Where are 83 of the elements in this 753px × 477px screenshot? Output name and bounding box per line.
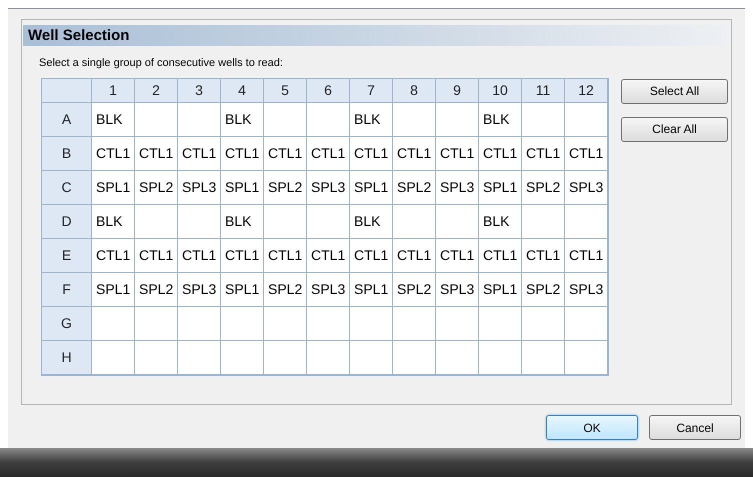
row-header: G	[42, 306, 92, 340]
well-cell[interactable]: CTL1	[522, 238, 565, 272]
well-cell[interactable]: CTL1	[135, 238, 178, 272]
well-cell[interactable]: SPL1	[479, 272, 522, 306]
well-cell[interactable]: CTL1	[393, 136, 436, 170]
well-cell[interactable]: SPL1	[479, 170, 522, 204]
well-grid[interactable]	[41, 78, 609, 376]
well-cell[interactable]: SPL1	[92, 272, 135, 306]
well-cell[interactable]: CTL1	[307, 136, 350, 170]
column-header: 6	[307, 78, 350, 102]
well-cell[interactable]: CTL1	[479, 136, 522, 170]
well-cell[interactable]: CTL1	[221, 136, 264, 170]
well-cell[interactable]: SPL3	[178, 272, 221, 306]
well-cell[interactable]: SPL1	[221, 272, 264, 306]
well-cell[interactable]: BLK	[350, 102, 393, 136]
well-cell[interactable]: CTL1	[92, 238, 135, 272]
well-cell[interactable]: SPL3	[307, 170, 350, 204]
well-cell[interactable]: CTL1	[350, 238, 393, 272]
column-header: 7	[350, 78, 393, 102]
column-header: 2	[135, 78, 178, 102]
well-cell[interactable]: CTL1	[221, 238, 264, 272]
well-cell[interactable]: BLK	[221, 102, 264, 136]
well-cell[interactable]: CTL1	[264, 136, 307, 170]
well-cell[interactable]: SPL3	[436, 272, 479, 306]
well-cell[interactable]: SPL1	[221, 170, 264, 204]
well-cell[interactable]: BLK	[92, 102, 135, 136]
well-cell[interactable]: SPL3	[436, 170, 479, 204]
column-header: 3	[178, 78, 221, 102]
row-header: H	[42, 340, 92, 374]
row-header: D	[42, 204, 92, 238]
well-cell[interactable]: CTL1	[522, 136, 565, 170]
well-cell[interactable]: SPL3	[307, 272, 350, 306]
well-cell[interactable]: SPL2	[522, 170, 565, 204]
well-cell[interactable]: CTL1	[135, 136, 178, 170]
well-cell[interactable]: BLK	[350, 204, 393, 238]
well-cell[interactable]: BLK	[479, 204, 522, 238]
clear-all-button[interactable]: Clear All	[621, 116, 728, 142]
well-cell[interactable]: SPL2	[264, 170, 307, 204]
column-header: 11	[522, 78, 565, 102]
well-cell[interactable]: CTL1	[565, 238, 608, 272]
row-header: F	[42, 272, 92, 306]
well-cell[interactable]: SPL1	[350, 170, 393, 204]
column-header: 4	[221, 78, 264, 102]
well-cell[interactable]: CTL1	[393, 238, 436, 272]
well-cell[interactable]: CTL1	[350, 136, 393, 170]
well-cell[interactable]: CTL1	[436, 238, 479, 272]
well-cell[interactable]: SPL2	[393, 272, 436, 306]
corner-header-cell	[42, 78, 92, 102]
well-cell[interactable]: SPL3	[178, 170, 221, 204]
row-header: B	[42, 136, 92, 170]
well-cell[interactable]: CTL1	[264, 238, 307, 272]
ok-button[interactable]: OK	[546, 415, 638, 440]
well-cell[interactable]: BLK	[92, 204, 135, 238]
well-cell[interactable]: CTL1	[307, 238, 350, 272]
row-header: E	[42, 238, 92, 272]
instruction-text: Select a single group of consecutive wells to read:	[39, 56, 284, 71]
well-cell[interactable]: BLK	[221, 204, 264, 238]
column-header: 1	[92, 78, 135, 102]
well-cell[interactable]: SPL3	[565, 272, 608, 306]
well-cell[interactable]: SPL2	[264, 272, 307, 306]
well-cell[interactable]: SPL1	[350, 272, 393, 306]
row-header: C	[42, 170, 92, 204]
well-cell[interactable]: SPL2	[393, 170, 436, 204]
well-cell[interactable]: CTL1	[178, 136, 221, 170]
well-cell[interactable]: CTL1	[92, 136, 135, 170]
select-all-button[interactable]: Select All	[621, 78, 728, 104]
well-cell[interactable]: SPL1	[92, 170, 135, 204]
well-cell[interactable]: CTL1	[436, 136, 479, 170]
well-cell[interactable]: CTL1	[178, 238, 221, 272]
well-cell[interactable]: SPL3	[565, 170, 608, 204]
well-cell[interactable]: CTL1	[479, 238, 522, 272]
cancel-button[interactable]: Cancel	[649, 415, 741, 440]
well-cell[interactable]: SPL2	[135, 170, 178, 204]
well-cell[interactable]: SPL2	[135, 272, 178, 306]
well-cell[interactable]: CTL1	[565, 136, 608, 170]
column-header: 8	[393, 78, 436, 102]
row-header: A	[42, 102, 92, 136]
well-cell[interactable]: SPL2	[522, 272, 565, 306]
column-header: 5	[264, 78, 307, 102]
column-header: 12	[565, 78, 608, 102]
column-header: 9	[436, 78, 479, 102]
column-header: 10	[479, 78, 522, 102]
well-cell[interactable]: BLK	[479, 102, 522, 136]
